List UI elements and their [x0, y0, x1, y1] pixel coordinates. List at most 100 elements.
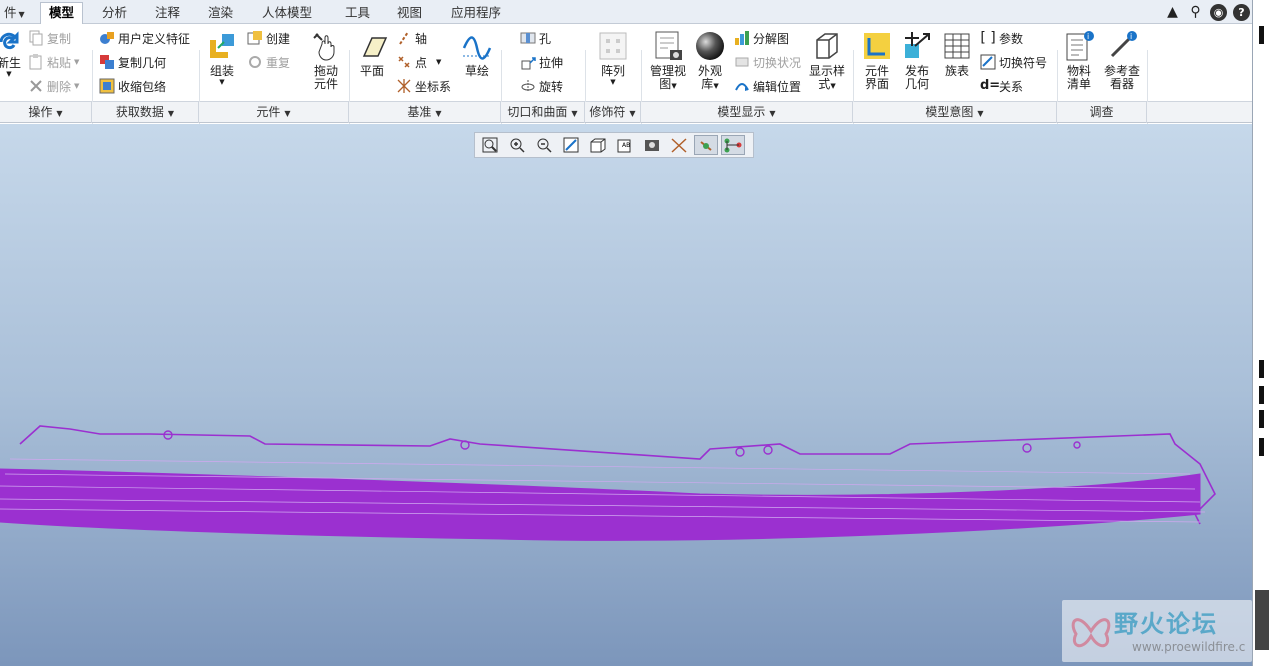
display-style-button[interactable]: 显示样 式▼	[806, 30, 848, 93]
copy-button[interactable]: 复制	[28, 28, 71, 48]
chevron-down-icon: ▼	[74, 82, 80, 90]
chevron-down-icon: ▼	[713, 82, 719, 90]
display-style-cube-icon	[811, 30, 843, 62]
relations-button[interactable]: d= 关系	[980, 76, 1023, 96]
bill-of-materials-button[interactable]: i 物料 清单	[1060, 30, 1098, 91]
assemble-button[interactable]: 组装 ▼	[203, 30, 241, 86]
group-get-data-label: 获取数据	[115, 105, 164, 119]
repaint-button[interactable]	[559, 135, 583, 155]
chevron-down-icon: ▼	[629, 109, 636, 118]
tab-tools[interactable]: 工具	[337, 3, 378, 24]
tab-render[interactable]: 渲染	[200, 3, 241, 24]
hole-button[interactable]: 孔	[520, 28, 551, 48]
group-component[interactable]: 元件 ▼	[199, 102, 349, 123]
explode-view-button[interactable]: 分解图	[734, 28, 789, 48]
group-investigate[interactable]: 调查	[1057, 102, 1147, 123]
publish-geometry-button[interactable]: 发布 几何	[898, 30, 936, 91]
refit-button[interactable]	[478, 135, 502, 155]
graphics-viewport[interactable]: AB 野火论坛 www.proewildfire.c	[0, 124, 1252, 666]
tab-file[interactable]: 件 ▼	[0, 3, 33, 24]
drag-components-button[interactable]: 拖动 元件	[306, 30, 346, 91]
annotation-display-button[interactable]	[721, 135, 745, 155]
extrude-button[interactable]: 拉伸	[520, 52, 563, 72]
copy-geometry-label: 复制几何	[118, 55, 167, 70]
switch-symbols-label: 切换符号	[999, 55, 1048, 70]
plane-icon	[356, 30, 388, 62]
zoom-in-button[interactable]	[505, 135, 529, 155]
regenerate-button[interactable]: 新生 ▼	[0, 30, 24, 78]
svg-text:i: i	[1130, 32, 1132, 41]
help-icon[interactable]: ?	[1233, 3, 1250, 21]
create-button[interactable]: 创建	[247, 28, 290, 48]
edit-position-button[interactable]: 编辑位置	[734, 76, 801, 96]
explode-view-icon	[734, 30, 750, 46]
sketch-button[interactable]: 草绘	[458, 30, 496, 78]
family-table-button[interactable]: 族表	[938, 30, 976, 78]
delete-label: 删除	[47, 79, 72, 94]
axis-icon	[396, 30, 412, 46]
group-datum-label: 基准	[407, 105, 432, 119]
tab-apps-label: 应用程序	[451, 5, 502, 20]
tab-manikin[interactable]: 人体模型	[254, 3, 320, 24]
svg-text:AB: AB	[622, 142, 630, 149]
appearance-gallery-button[interactable]: 外观 库▼	[692, 30, 728, 93]
group-modifiers[interactable]: 修饰符 ▼	[585, 102, 641, 123]
panel-marker	[1259, 26, 1264, 44]
copy-label: 复制	[47, 31, 72, 46]
tab-annotate[interactable]: 注释	[147, 3, 188, 24]
component-interface-button[interactable]: 元件 界面	[858, 30, 896, 91]
tab-view[interactable]: 视图	[389, 3, 430, 24]
manage-views-button[interactable]: 管理视 图▼	[646, 30, 690, 93]
copy-geometry-button[interactable]: 复制几何	[99, 52, 166, 72]
repeat-button[interactable]: 重复	[247, 52, 290, 72]
spin-center-button[interactable]	[694, 135, 718, 155]
plane-button[interactable]: 平面	[354, 30, 390, 78]
datum-display-filters-button[interactable]	[667, 135, 691, 155]
watermark-title: 野火论坛	[1114, 609, 1218, 638]
pattern-button[interactable]: 阵列 ▼	[594, 30, 632, 86]
repeat-icon	[247, 54, 263, 70]
appearance-label-2: 库	[701, 77, 714, 91]
view-toolbar: AB	[474, 132, 754, 158]
drag-label-1: 拖动	[313, 64, 338, 78]
copy-geometry-icon	[99, 54, 115, 70]
chevron-down-icon: ▼	[435, 109, 442, 118]
zoom-out-button[interactable]	[532, 135, 556, 155]
group-cuts-surfaces[interactable]: 切口和曲面 ▼	[501, 102, 585, 123]
watermark-url: www.proewildfire.c	[1132, 640, 1246, 654]
display-style-view-button[interactable]	[586, 135, 610, 155]
community-icon[interactable]: ◉	[1210, 3, 1227, 21]
saved-orientations-button[interactable]: AB	[613, 135, 637, 155]
group-model-display[interactable]: 模型显示 ▼	[641, 102, 853, 123]
parameters-button[interactable]: [ ] 参数	[980, 28, 1023, 48]
paste-button[interactable]: 粘贴 ▼	[28, 52, 79, 72]
revolve-button[interactable]: 旋转	[520, 76, 563, 96]
model-wireframe[interactable]	[0, 404, 1230, 554]
delete-button[interactable]: 删除 ▼	[28, 76, 79, 96]
axis-button[interactable]: 轴	[396, 28, 427, 48]
group-datum[interactable]: 基准 ▼	[349, 102, 501, 123]
csys-label: 坐标系	[415, 79, 452, 94]
group-model-intent-label: 模型意图	[925, 105, 974, 119]
group-get-data[interactable]: 获取数据 ▼	[92, 102, 199, 123]
tab-model[interactable]: 模型	[40, 2, 84, 25]
up-arrow-icon[interactable]: ▲	[1164, 4, 1181, 21]
reference-viewer-button[interactable]: i 参考查 看器	[1100, 30, 1144, 91]
switch-symbols-button[interactable]: 切换符号	[980, 52, 1047, 72]
group-operations[interactable]: 操作 ▼	[0, 102, 92, 123]
tab-apps[interactable]: 应用程序	[443, 3, 509, 24]
udf-button[interactable]: 用户定义特征	[99, 28, 190, 48]
manage-views-icon	[652, 30, 684, 62]
svg-text:i: i	[1087, 32, 1089, 41]
csys-button[interactable]: 坐标系	[396, 76, 451, 96]
view-manager-button[interactable]	[640, 135, 664, 155]
tab-analysis[interactable]: 分析	[94, 3, 135, 24]
relations-label: 关系	[999, 79, 1024, 94]
chevron-down-icon: ▼	[610, 78, 616, 86]
group-model-intent[interactable]: 模型意图 ▼	[853, 102, 1057, 123]
search-icon[interactable]: ⚲	[1187, 4, 1204, 21]
toggle-state-button[interactable]: 切换状况	[734, 52, 801, 72]
tab-view-label: 视图	[397, 5, 423, 20]
point-button[interactable]: 点 ▼	[396, 52, 441, 72]
shrinkwrap-button[interactable]: 收缩包络	[99, 76, 166, 96]
